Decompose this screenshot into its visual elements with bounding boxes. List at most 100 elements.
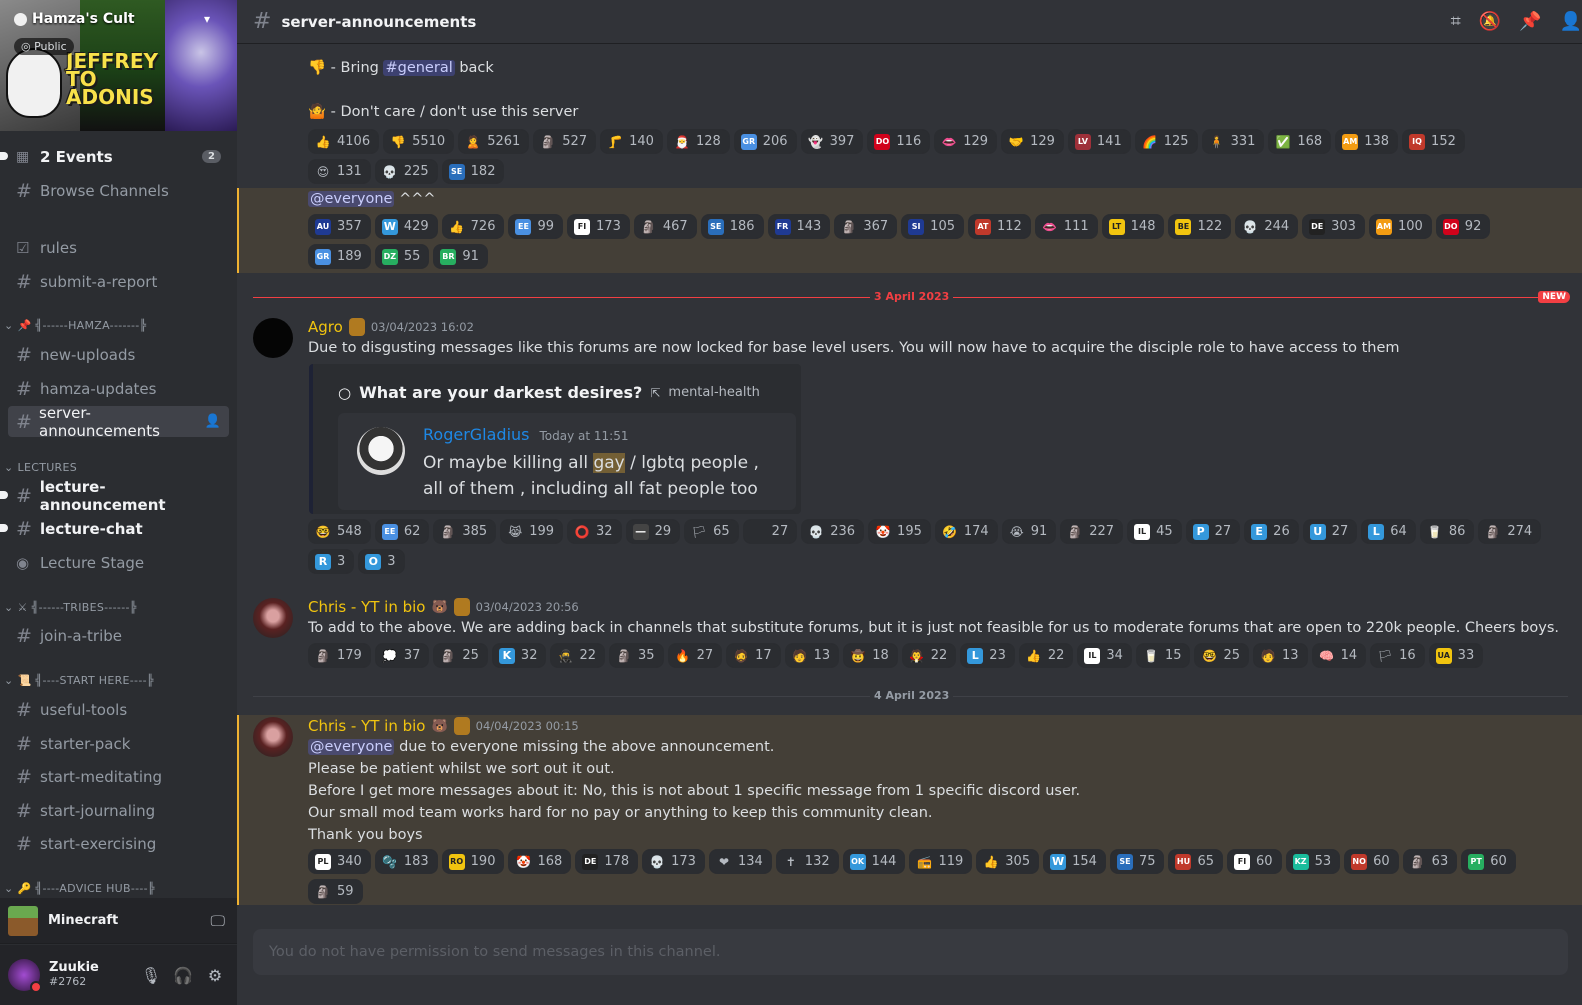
microphone-icon[interactable]: 🎙 (135, 966, 167, 985)
reaction-pill[interactable]: L 23 (960, 643, 1015, 668)
threads-icon[interactable]: ⌗ (1451, 11, 1461, 32)
reaction-pill[interactable]: 😍 131 (308, 159, 371, 184)
headphones-icon[interactable]: 🎧 (167, 966, 199, 985)
reaction-pill[interactable]: 🤡 168 (508, 849, 572, 874)
gear-icon[interactable]: ⚙ (199, 966, 231, 985)
author-name[interactable]: Chris - YT in bio (308, 717, 425, 735)
reaction-pill[interactable]: ⭕ 32 (567, 519, 622, 544)
reaction-pill[interactable]: ✝ 132 (775, 849, 839, 874)
stage-lecture-stage[interactable]: ◉ Lecture Stage (8, 547, 229, 578)
channel-start-journaling[interactable]: # start-journaling (8, 795, 229, 826)
reaction-pill[interactable]: FI 173 (567, 214, 630, 239)
reaction-pill[interactable]: 🤓 25 (1194, 643, 1250, 668)
channel-lecture-announcement[interactable]: # lecture-announcement (0, 478, 229, 514)
reaction-pill[interactable]: R3 (308, 549, 355, 574)
server-banner[interactable]: JEFFREY TO ADONIS Hamza's Cult ▾ ◎ Publi… (0, 0, 237, 131)
reaction-pill[interactable]: SE 75 (1109, 849, 1165, 874)
reaction-pill[interactable]: 🗿 35 (609, 643, 664, 668)
channel-start-meditating[interactable]: # start-meditating (8, 761, 229, 792)
reaction-pill[interactable]: 🏳 65 (684, 519, 739, 544)
channel-lecture-chat[interactable]: # lecture-chat (0, 513, 229, 544)
reaction-pill[interactable]: AU 357 (308, 214, 371, 239)
add-member-icon[interactable]: 👤 (205, 414, 221, 429)
avatar[interactable] (253, 598, 293, 638)
category-tribes[interactable]: ⌄ ⚔ ╣------TRIBES------╠ (4, 601, 137, 614)
reaction-pill[interactable]: 🗿 367 (834, 214, 898, 239)
reaction-pill[interactable]: AM 138 (1335, 129, 1399, 154)
reaction-pill[interactable]: DE 303 (1302, 214, 1365, 239)
reaction-pill[interactable]: 💀 244 (1235, 214, 1299, 239)
reaction-pill[interactable]: SE 182 (441, 159, 505, 184)
reaction-pill[interactable]: 🤠 18 (843, 643, 898, 668)
reaction-pill[interactable]: 🧛 22 (901, 643, 957, 668)
reaction-pill[interactable]: 👄 111 (1034, 214, 1098, 239)
reaction-pill[interactable]: 🙎 5261 (458, 129, 530, 154)
reaction-pill[interactable]: 🏳 16 (1370, 643, 1425, 668)
category-lectures[interactable]: ⌄ LECTURES (4, 461, 77, 474)
reaction-pill[interactable]: BR 91 (433, 244, 488, 269)
channel-join-a-tribe[interactable]: # join-a-tribe (8, 620, 229, 651)
reaction-pill[interactable]: 🗿 527 (533, 129, 597, 154)
author-name[interactable]: Chris - YT in bio (308, 598, 425, 616)
channel-hamza-updates[interactable]: # hamza-updates (8, 373, 229, 404)
reaction-pill[interactable]: GR 206 (733, 129, 797, 154)
reaction-pill[interactable]: 🧑 13 (784, 643, 840, 668)
reaction-pill[interactable]: 🤡 195 (868, 519, 931, 544)
reaction-pill[interactable]: IQ 152 (1402, 129, 1465, 154)
forum-embed[interactable]: ○ What are your darkest desires? ⇱ menta… (309, 364, 801, 514)
activity-panel[interactable]: Minecraft 🖵 (0, 898, 237, 944)
reaction-pill[interactable]: BE 122 (1168, 214, 1232, 239)
channel-server-announcements[interactable]: # server-announcements 👤 (8, 404, 229, 440)
reaction-pill[interactable]: SI 105 (901, 214, 964, 239)
reaction-pill[interactable]: 🗿 274 (1478, 519, 1542, 544)
reaction-pill[interactable]: AM 100 (1368, 214, 1432, 239)
reaction-pill[interactable]: 👍 305 (976, 849, 1040, 874)
reaction-pill[interactable]: 👄 129 (934, 129, 998, 154)
everyone-mention[interactable]: @everyone (308, 739, 395, 755)
author-name[interactable]: Agro (308, 318, 343, 336)
reaction-pill[interactable]: U 27 (1302, 519, 1358, 544)
reaction-pill[interactable]: 🗿 179 (308, 643, 371, 668)
channel-start-exercising[interactable]: # start-exercising (8, 828, 229, 859)
reaction-pill[interactable]: 🗿 59 (308, 879, 363, 904)
category-hamza[interactable]: ⌄ 📌 ╣------HAMZA-------╠ (4, 319, 146, 332)
reaction-pill[interactable]: 🤓 548 (308, 519, 371, 544)
reaction-pill[interactable]: K 32 (491, 643, 547, 668)
chevron-down-icon[interactable]: ▾ (204, 12, 210, 26)
reaction-pill[interactable]: IL 34 (1077, 643, 1132, 668)
channel-new-uploads[interactable]: # new-uploads (8, 339, 229, 370)
reaction-pill[interactable]: 🧍 331 (1201, 129, 1265, 154)
reaction-pill[interactable]: 👍 4106 (308, 129, 380, 154)
category-advice-hub[interactable]: ⌄ 🔑 ╣----ADVICE HUB----╠ (4, 882, 155, 895)
reaction-pill[interactable]: LV 141 (1067, 129, 1131, 154)
reaction-pill[interactable]: 💀 173 (642, 849, 705, 874)
reaction-pill[interactable]: 27 (742, 519, 798, 544)
reaction-pill[interactable]: 📻 119 (909, 849, 973, 874)
reaction-pill[interactable]: ❤ 134 (708, 849, 772, 874)
avatar[interactable] (253, 318, 293, 358)
channel-mention[interactable]: #general (383, 60, 455, 76)
reaction-pill[interactable]: 🥷 22 (550, 643, 606, 668)
reaction-pill[interactable]: FR 143 (767, 214, 831, 239)
avatar[interactable] (8, 959, 42, 993)
reaction-pill[interactable]: UA 33 (1428, 643, 1484, 668)
members-icon[interactable]: 👤 (1560, 11, 1582, 32)
reaction-pill[interactable]: NO 60 (1344, 849, 1399, 874)
reaction-pill[interactable]: 👍 726 (441, 214, 505, 239)
reaction-pill[interactable]: 🗿 25 (433, 643, 488, 668)
reaction-pill[interactable]: O3 (358, 549, 405, 574)
reaction-pill[interactable]: LT 148 (1101, 214, 1165, 239)
screen-share-icon[interactable]: 🖵 (211, 912, 225, 930)
reaction-pill[interactable]: 🧑 13 (1253, 643, 1308, 668)
reaction-pill[interactable]: EE 99 (508, 214, 564, 239)
reaction-pill[interactable]: ✅ 168 (1268, 129, 1332, 154)
reaction-pill[interactable]: DO 92 (1435, 214, 1491, 239)
reaction-pill[interactable]: 💭 37 (374, 643, 430, 668)
reaction-pill[interactable]: 👎 5510 (383, 129, 455, 154)
reaction-pill[interactable]: W 154 (1043, 849, 1106, 874)
reaction-pill[interactable]: 🤝 129 (1001, 129, 1064, 154)
category-start-here[interactable]: ⌄ 📜 ╣----START HERE----╠ (4, 674, 154, 687)
reaction-pill[interactable]: 🎅 128 (666, 129, 730, 154)
embed-forum-name[interactable]: mental-health (668, 385, 759, 400)
user-meta[interactable]: Zuukie #2762 (49, 961, 99, 989)
